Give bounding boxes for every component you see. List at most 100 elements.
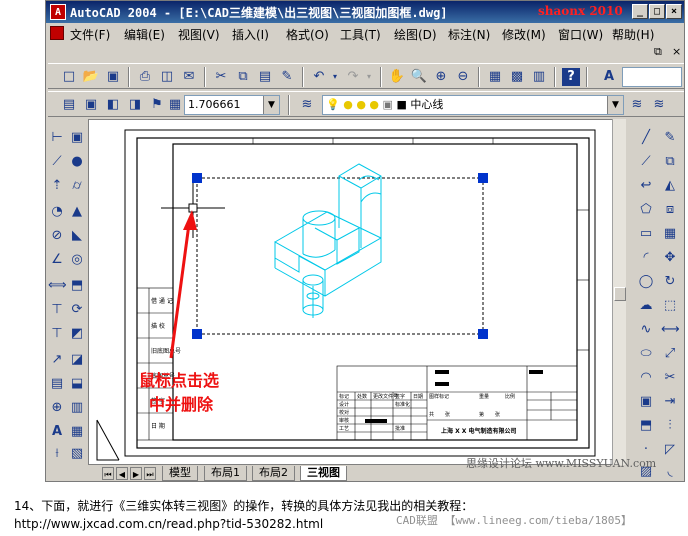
publish-icon[interactable]: ✉: [180, 68, 198, 86]
revolve-icon[interactable]: ⟳: [68, 301, 86, 319]
make-block-icon[interactable]: ⬒: [637, 417, 655, 435]
open-file-icon[interactable]: 📂: [82, 68, 100, 86]
layer-previous-icon[interactable]: ≋: [650, 96, 668, 114]
document-icon[interactable]: [50, 26, 64, 40]
setup-drawing-icon[interactable]: ▥: [68, 399, 86, 417]
dim-baseline-icon[interactable]: ⊤: [48, 301, 66, 319]
restore-document-icon[interactable]: ⧉: [654, 45, 662, 59]
trim-icon[interactable]: ✂: [661, 369, 679, 387]
dim-text-edit-icon[interactable]: ⟊: [48, 445, 66, 463]
torus-icon[interactable]: ◎: [68, 251, 86, 269]
ellipse-arc-icon[interactable]: ◠: [637, 369, 655, 387]
insert-block-icon[interactable]: ▣: [637, 393, 655, 411]
polygon-icon[interactable]: ⬠: [637, 201, 655, 219]
setup-profile-icon[interactable]: ▧: [68, 445, 86, 463]
polyline-icon[interactable]: ↩: [637, 177, 655, 195]
mirror-icon[interactable]: ◭: [661, 177, 679, 195]
layer-manager-icon[interactable]: ≋: [298, 96, 316, 114]
design-center-icon[interactable]: ▩: [508, 68, 526, 86]
ucs-object-icon[interactable]: ⚑: [148, 96, 166, 114]
break-icon[interactable]: ⫶: [661, 417, 679, 435]
line-icon[interactable]: ╱: [637, 129, 655, 147]
section-icon[interactable]: ◪: [68, 351, 86, 369]
wedge-icon[interactable]: ◣: [68, 227, 86, 245]
tool-palettes-icon[interactable]: ▥: [530, 68, 548, 86]
rotate-icon[interactable]: ↻: [661, 273, 679, 291]
interfere-icon[interactable]: ⬓: [68, 375, 86, 393]
rectangle-icon[interactable]: ▭: [637, 225, 655, 243]
make-object-layer-current-icon[interactable]: ≋: [628, 96, 646, 114]
center-mark-icon[interactable]: ⊕: [48, 399, 66, 417]
dim-ordinate-icon[interactable]: ⇡: [48, 177, 66, 195]
maximize-icon[interactable]: □: [649, 4, 665, 19]
redo-dropdown-icon[interactable]: ▾: [360, 68, 378, 86]
erase-icon[interactable]: ✎: [661, 129, 679, 147]
last-tab-icon[interactable]: ⏭: [144, 467, 156, 480]
text-style-icon[interactable]: A: [600, 68, 618, 86]
dim-edit-icon[interactable]: A: [48, 423, 66, 441]
spline-icon[interactable]: ∿: [637, 321, 655, 339]
menu-insert[interactable]: 插入(I): [232, 26, 269, 43]
close-icon[interactable]: ×: [666, 4, 682, 19]
tab-layout1[interactable]: 布局1: [204, 466, 247, 481]
ucs-face-icon[interactable]: ▦: [166, 96, 184, 114]
tab-layout2[interactable]: 布局2: [252, 466, 295, 481]
prev-tab-icon[interactable]: ◀: [116, 467, 128, 480]
menu-help[interactable]: 帮助(H): [612, 26, 654, 43]
chevron-down-icon[interactable]: ▼: [263, 96, 279, 114]
menu-tools[interactable]: 工具(T): [340, 26, 381, 43]
zoom-realtime-icon[interactable]: 🔍: [410, 68, 428, 86]
caption-link[interactable]: http://www.jxcad.com.cn/read.php?tid-530…: [14, 517, 323, 531]
first-tab-icon[interactable]: ⏮: [102, 467, 114, 480]
tolerance-icon[interactable]: ▤: [48, 375, 66, 393]
copy-object-icon[interactable]: ⧉: [661, 153, 679, 171]
cut-icon[interactable]: ✂: [212, 68, 230, 86]
ellipse-icon[interactable]: ⬭: [637, 345, 655, 363]
dim-radius-icon[interactable]: ◔: [48, 203, 66, 221]
ucs-view-icon[interactable]: ◨: [126, 96, 144, 114]
dim-linear-icon[interactable]: ⊢: [48, 129, 66, 147]
chamfer-icon[interactable]: ◸: [661, 441, 679, 459]
revision-cloud-icon[interactable]: ☁: [637, 297, 655, 315]
dim-continue-icon[interactable]: ⊤: [48, 325, 66, 343]
menu-dimension[interactable]: 标注(N): [448, 26, 490, 43]
extend-icon[interactable]: ⇥: [661, 393, 679, 411]
dim-diameter-icon[interactable]: ⊘: [48, 227, 66, 245]
ucs-previous-icon[interactable]: ◧: [104, 96, 122, 114]
minimize-icon[interactable]: _: [632, 4, 648, 19]
construction-line-icon[interactable]: ⟋: [637, 153, 655, 171]
quick-dim-icon[interactable]: ⟺: [48, 277, 67, 295]
arc-icon[interactable]: ◜: [637, 249, 655, 267]
setup-view-icon[interactable]: ▦: [68, 423, 86, 441]
new-file-icon[interactable]: □: [60, 68, 78, 86]
scale-icon[interactable]: ⬚: [661, 297, 679, 315]
close-document-icon[interactable]: ×: [672, 45, 681, 58]
box-solid-icon[interactable]: ▣: [68, 129, 86, 147]
menu-view[interactable]: 视图(V): [178, 26, 220, 43]
save-icon[interactable]: ▣: [104, 68, 122, 86]
copy-icon[interactable]: ⧉: [234, 68, 252, 86]
match-properties-icon[interactable]: ✎: [278, 68, 296, 86]
ucs-world-icon[interactable]: ▣: [82, 96, 100, 114]
cone-icon[interactable]: ▲: [68, 203, 86, 221]
circle-icon[interactable]: ◯: [637, 273, 655, 291]
scrollbar-thumb[interactable]: [614, 287, 626, 301]
layer-combo[interactable]: 💡 ● ● ● ▣ ■ 中心线 ▼: [322, 95, 624, 115]
scale-combo[interactable]: 1.706661 ▼: [184, 95, 280, 115]
offset-icon[interactable]: ⧈: [661, 201, 679, 219]
properties-icon[interactable]: ▦: [486, 68, 504, 86]
print-icon[interactable]: ⎙: [136, 68, 154, 86]
menu-draw[interactable]: 绘图(D): [394, 26, 437, 43]
array-icon[interactable]: ▦: [661, 225, 679, 243]
move-icon[interactable]: ✥: [661, 249, 679, 267]
menu-format[interactable]: 格式(O): [286, 26, 329, 43]
undo-dropdown-icon[interactable]: ▾: [326, 68, 344, 86]
zoom-previous-icon[interactable]: ⊖: [454, 68, 472, 86]
menu-window[interactable]: 窗口(W): [558, 26, 603, 43]
lengthen-icon[interactable]: ⤢: [661, 345, 679, 363]
tab-model[interactable]: 模型: [162, 466, 198, 481]
text-style-combo[interactable]: [622, 67, 682, 87]
leader-icon[interactable]: ↗: [48, 351, 66, 369]
help-icon[interactable]: ?: [562, 68, 580, 86]
menu-modify[interactable]: 修改(M): [502, 26, 546, 43]
